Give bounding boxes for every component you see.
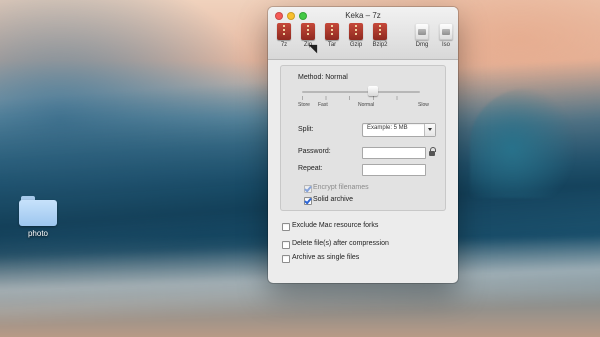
password-input[interactable]: [362, 147, 426, 159]
toolbar-item-dmg[interactable]: Dmg: [412, 23, 432, 49]
toolbar-item-label: 7z: [280, 42, 288, 48]
folder-body: [19, 200, 57, 226]
toolbar-item-gzip[interactable]: Gzip: [346, 23, 366, 49]
split-label: Split:: [298, 126, 314, 133]
compression-slider-thumb[interactable]: [367, 86, 378, 96]
archive-bzip2-icon: [373, 23, 387, 40]
format-toolbar: 7z Zip Tar Gzip Bzip2 Dmg Iso: [274, 23, 453, 57]
repeat-password-input[interactable]: [362, 164, 426, 176]
delete-after-compression-label: Delete file(s) after compression: [292, 240, 389, 247]
toolbar-item-label: Bzip2: [372, 42, 388, 48]
disk-image-iso-icon: [439, 23, 453, 40]
repeat-label: Repeat:: [298, 165, 323, 172]
solid-archive-checkbox[interactable]: [304, 197, 312, 205]
slider-label-fast: Fast: [318, 102, 328, 108]
archive-tar-icon: [325, 23, 339, 40]
delete-after-compression-checkbox[interactable]: [282, 241, 290, 249]
folder-icon[interactable]: [19, 196, 57, 226]
window-title: Keka – 7z: [345, 11, 381, 20]
toolbar-item-label: Iso: [441, 42, 450, 48]
toolbar-item-tar[interactable]: Tar: [322, 23, 342, 49]
archive-single-files-label: Archive as single files: [292, 254, 360, 261]
split-select-value: Example: 5 MB: [367, 125, 408, 131]
toolbar-item-label: Dmg: [415, 42, 429, 48]
disk-image-dmg-icon: [415, 23, 429, 40]
desktop-folder-label: photo: [27, 229, 49, 238]
toolbar-item-iso[interactable]: Iso: [436, 23, 456, 49]
archive-single-files-checkbox[interactable]: [282, 255, 290, 263]
toolbar-item-label: Tar: [327, 42, 337, 48]
compression-slider-ticks: [302, 96, 420, 100]
solid-archive-label: Solid archive: [313, 196, 354, 203]
compression-slider-track[interactable]: [302, 91, 420, 93]
exclude-mac-forks-checkbox[interactable]: [282, 223, 290, 231]
toolbar-item-7z[interactable]: 7z: [274, 23, 294, 49]
password-label: Password:: [298, 148, 331, 155]
window-titlebar[interactable]: Keka – 7z 7z Zip Tar Gzip Bzip2 Dmg Iso: [268, 7, 458, 60]
keka-window: Keka – 7z 7z Zip Tar Gzip Bzip2 Dmg Iso …: [268, 7, 458, 283]
archive-7z-icon: [277, 23, 291, 40]
mouse-pointer-icon: [308, 40, 322, 54]
lock-icon: [429, 147, 436, 156]
slider-label-store: Store: [298, 102, 310, 108]
encrypt-filenames-checkbox[interactable]: [304, 185, 312, 193]
archive-zip-icon: [301, 23, 315, 40]
compression-slider-labels: Store Fast Normal Slow: [298, 102, 429, 112]
toolbar-item-label: Gzip: [349, 42, 363, 48]
options-panel: Method: Normal Store Fast Normal Slow Sp…: [280, 65, 446, 211]
encrypt-filenames-label: Encrypt filenames: [313, 184, 369, 191]
wallpaper-wave-crest: [470, 88, 590, 198]
desktop-folder-photo[interactable]: photo: [14, 196, 62, 238]
toolbar-item-bzip2[interactable]: Bzip2: [370, 23, 390, 49]
lock-body: [429, 151, 435, 156]
method-label: Method: Normal: [298, 74, 348, 81]
slider-label-normal: Normal: [358, 102, 375, 108]
archive-gzip-icon: [349, 23, 363, 40]
split-select[interactable]: Example: 5 MB: [362, 123, 436, 137]
slider-label-slow: Slow: [418, 102, 429, 108]
exclude-mac-forks-label: Exclude Mac resource forks: [292, 222, 379, 229]
chevron-down-icon: [424, 124, 435, 136]
